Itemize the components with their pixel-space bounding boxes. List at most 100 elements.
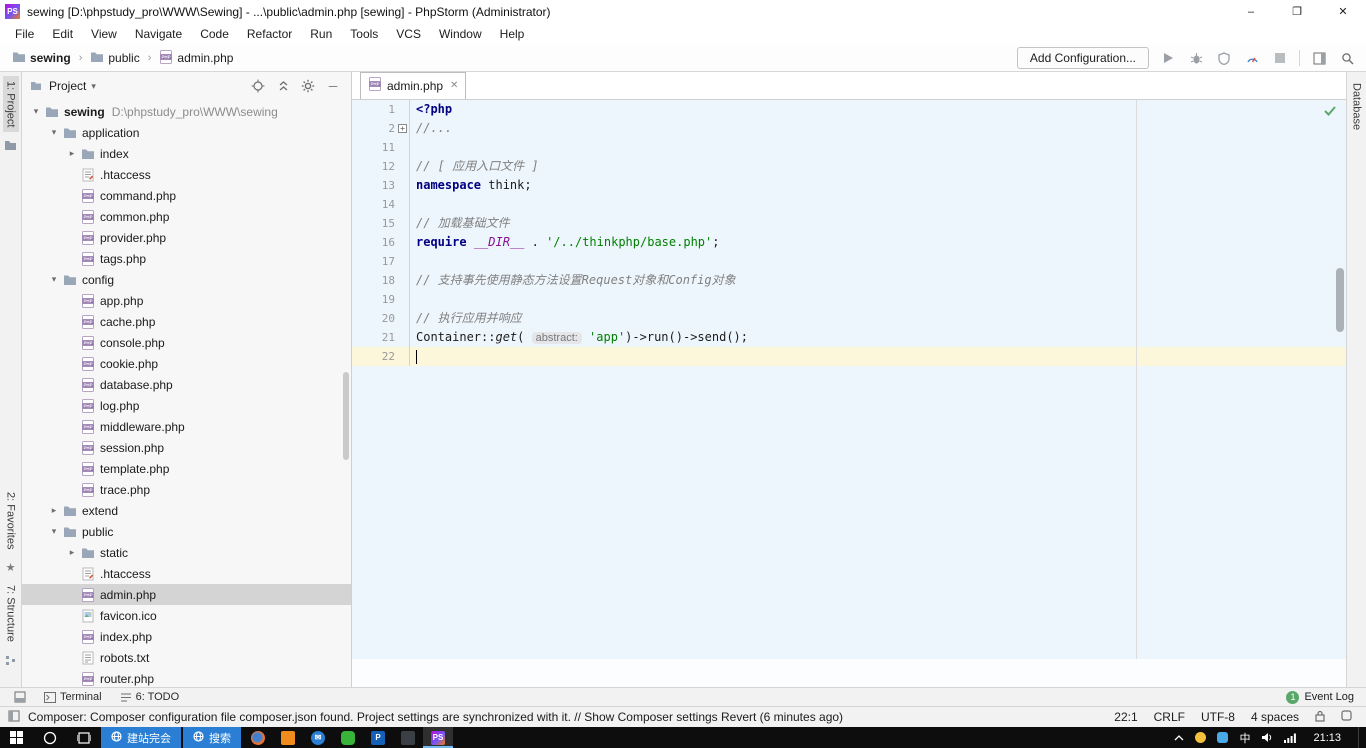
menu-vcs[interactable]: VCS xyxy=(387,24,430,44)
editor-line-16[interactable]: 16 require __DIR__ . '/../thinkphp/base.p… xyxy=(352,233,1346,252)
tree-item-router-php[interactable]: PHP router.php xyxy=(22,668,351,687)
network-icon[interactable] xyxy=(1284,733,1297,743)
orange-app-icon[interactable] xyxy=(273,727,303,748)
tree-item-log-php[interactable]: PHP log.php xyxy=(22,395,351,416)
debug-icon[interactable] xyxy=(1187,49,1205,67)
fold-marker-icon[interactable]: + xyxy=(398,124,407,133)
firefox-icon[interactable] xyxy=(243,727,273,748)
tree-item-provider-php[interactable]: PHP provider.php xyxy=(22,227,351,248)
tree-item-application[interactable]: ▾ application xyxy=(22,122,351,143)
tray-app-icon[interactable] xyxy=(1217,732,1229,743)
breadcrumb-admin-php[interactable]: PHP admin.php xyxy=(157,48,235,69)
notifications-icon[interactable] xyxy=(1341,710,1352,724)
editor-line-11[interactable]: 11 xyxy=(352,138,1346,157)
toolwindow-tab-favorites[interactable]: 2: Favorites xyxy=(3,487,19,554)
editor-tab-admin-php[interactable]: PHP admin.php ✕ xyxy=(360,72,467,99)
event-log-label[interactable]: Event Log xyxy=(1304,691,1354,703)
indent-widget[interactable]: 4 spaces xyxy=(1251,710,1299,724)
inspections-ok-icon[interactable] xyxy=(1324,105,1336,119)
toolwindow-tab-database[interactable]: Database xyxy=(1349,78,1365,135)
tree-item-extend[interactable]: ▸ extend xyxy=(22,500,351,521)
collapse-all-icon[interactable] xyxy=(275,78,291,94)
star-icon[interactable]: ★ xyxy=(3,559,19,575)
close-button[interactable]: ✕ xyxy=(1320,0,1366,23)
tree-item-admin-php[interactable]: PHP admin.php xyxy=(22,584,351,605)
structure-toolwindow-icon[interactable] xyxy=(3,652,19,668)
maximize-button[interactable]: ❐ xyxy=(1274,0,1320,23)
editor-line-17[interactable]: 17 xyxy=(352,252,1346,271)
search-everywhere-icon[interactable] xyxy=(1338,49,1356,67)
run-icon[interactable] xyxy=(1159,49,1177,67)
editor-line-1[interactable]: 1 <?php xyxy=(352,100,1346,119)
menu-tools[interactable]: Tools xyxy=(341,24,387,44)
taskbar-button-jianzhan-window[interactable]: 建站完会 xyxy=(101,727,181,748)
tray-messenger-icon[interactable] xyxy=(1195,732,1207,743)
breadcrumb-public[interactable]: public xyxy=(88,49,141,68)
tree-item-public[interactable]: ▾ public xyxy=(22,521,351,542)
clock[interactable]: 21:13 xyxy=(1307,732,1347,744)
editor-line-18[interactable]: 18 // 支持事先使用静态方法设置Request对象和Config对象 xyxy=(352,271,1346,290)
wechat-icon[interactable] xyxy=(333,727,363,748)
toolwindow-tab-todo[interactable]: 6: TODO xyxy=(114,691,186,703)
event-log-area[interactable]: 1 Event Log xyxy=(1286,690,1358,704)
editor-scrollbar[interactable] xyxy=(1336,268,1344,332)
taskbar-search-icon[interactable] xyxy=(33,727,67,748)
project-toolwindow-icon[interactable] xyxy=(3,137,19,153)
tree-item-template-php[interactable]: PHP template.php xyxy=(22,458,351,479)
show-desktop-button[interactable] xyxy=(1358,727,1362,748)
editor-line-2[interactable]: 2 + //... xyxy=(352,119,1346,138)
menu-code[interactable]: Code xyxy=(191,24,238,44)
stop-icon[interactable] xyxy=(1271,49,1289,67)
tree-item-session-php[interactable]: PHP session.php xyxy=(22,437,351,458)
tree-item-static[interactable]: ▸ static xyxy=(22,542,351,563)
toolwindow-tab-structure[interactable]: 7: Structure xyxy=(3,580,19,647)
editor-line-22[interactable]: 22 xyxy=(352,347,1346,366)
toolwindow-tab-terminal[interactable]: Terminal xyxy=(38,691,108,703)
tree-item-index[interactable]: ▸ index xyxy=(22,143,351,164)
menu-window[interactable]: Window xyxy=(430,24,491,44)
menu-view[interactable]: View xyxy=(82,24,126,44)
menu-refactor[interactable]: Refactor xyxy=(238,24,301,44)
coverage-icon[interactable] xyxy=(1215,49,1233,67)
encoding-widget[interactable]: UTF-8 xyxy=(1201,710,1235,724)
menu-edit[interactable]: Edit xyxy=(43,24,82,44)
tree-item-app-php[interactable]: PHP app.php xyxy=(22,290,351,311)
tree-item-sewing[interactable]: ▾ sewing D:\phpstudy_pro\WWW\sewing xyxy=(22,101,351,122)
tree-item-command-php[interactable]: PHP command.php xyxy=(22,185,351,206)
tree-item-console-php[interactable]: PHP console.php xyxy=(22,332,351,353)
readonly-lock-icon[interactable] xyxy=(1315,710,1325,725)
editor-line-12[interactable]: 12 // [ 应用入口文件 ] xyxy=(352,157,1346,176)
tree-item-favicon-ico[interactable]: favicon.ico xyxy=(22,605,351,626)
editor-line-13[interactable]: 13 namespace think; xyxy=(352,176,1346,195)
menu-file[interactable]: File xyxy=(6,24,43,44)
close-tab-icon[interactable]: ✕ xyxy=(448,80,458,91)
project-panel-title[interactable]: Project xyxy=(49,79,86,93)
line-separator-widget[interactable]: CRLF xyxy=(1154,710,1185,724)
dark-app-icon[interactable] xyxy=(393,727,423,748)
hide-panel-icon[interactable]: ─ xyxy=(325,78,341,94)
tree-item--htaccess[interactable]: .htaccess xyxy=(22,563,351,584)
project-view-dropdown-icon[interactable]: ▾ xyxy=(91,81,96,92)
editor-lines[interactable]: 1 <?php 2 + //... 11 12 // [ 应用入口文件 ] 13 namespac… xyxy=(352,100,1346,659)
tree-item-cookie-php[interactable]: PHP cookie.php xyxy=(22,353,351,374)
editor-line-15[interactable]: 15 // 加载基础文件 xyxy=(352,214,1346,233)
tree-item-cache-php[interactable]: PHP cache.php xyxy=(22,311,351,332)
toolwindow-tab-project[interactable]: 1: Project xyxy=(2,76,19,133)
tree-item-robots-txt[interactable]: robots.txt xyxy=(22,647,351,668)
tree-item-trace-php[interactable]: PHP trace.php xyxy=(22,479,351,500)
minimize-button[interactable]: – xyxy=(1228,0,1274,23)
editor-line-21[interactable]: 21 Container::get( abstract: 'app')->run(… xyxy=(352,328,1346,347)
tree-item-database-php[interactable]: PHP database.php xyxy=(22,374,351,395)
task-view-icon[interactable] xyxy=(67,727,101,748)
tree-item-common-php[interactable]: PHP common.php xyxy=(22,206,351,227)
breadcrumb-sewing[interactable]: sewing xyxy=(10,49,73,68)
volume-icon[interactable] xyxy=(1261,732,1273,743)
profiler-icon[interactable] xyxy=(1243,49,1261,67)
tree-item-index-php[interactable]: PHP index.php xyxy=(22,626,351,647)
ime-indicator[interactable]: 中 xyxy=(1239,730,1250,746)
tree-item--htaccess[interactable]: .htaccess xyxy=(22,164,351,185)
add-configuration-button[interactable]: Add Configuration... xyxy=(1016,47,1149,69)
toolwindow-layout-icon[interactable] xyxy=(1310,49,1328,67)
editor-line-14[interactable]: 14 xyxy=(352,195,1346,214)
toolwindow-switcher-icon[interactable] xyxy=(8,691,32,703)
